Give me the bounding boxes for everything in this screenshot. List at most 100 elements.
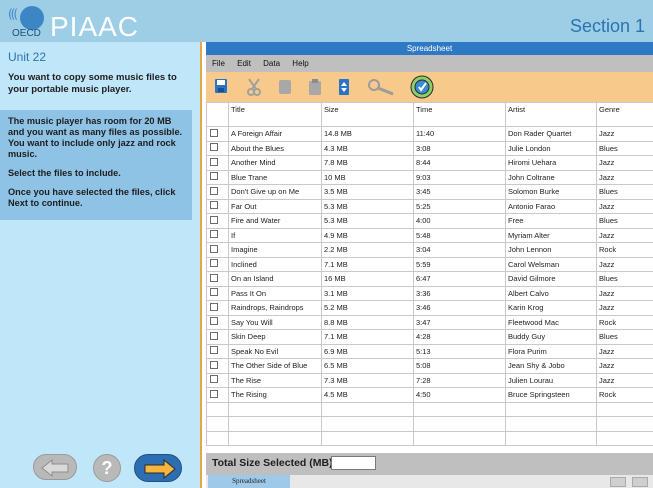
cell-size: 5.2 MB [321, 300, 414, 316]
cell-genre: Jazz [596, 126, 653, 142]
row-checkbox[interactable] [210, 346, 218, 355]
menu-edit[interactable]: Edit [237, 55, 251, 72]
row-checkbox[interactable] [210, 259, 218, 268]
toolbar [206, 72, 653, 102]
checkbox-cell [206, 242, 229, 258]
column-header-size[interactable]: Size [321, 102, 414, 127]
cell-time: 4:00 [413, 213, 506, 229]
menu-data[interactable]: Data [263, 55, 280, 72]
cell-genre: Jazz [596, 343, 653, 359]
instruction-text: Select the files to include. [8, 168, 121, 179]
cell-genre: Blues [596, 329, 653, 345]
row-checkbox[interactable] [210, 273, 218, 282]
menu-help[interactable]: Help [292, 55, 308, 72]
scroll-right-button[interactable] [632, 477, 648, 487]
empty-row [206, 416, 653, 432]
row-checkbox[interactable] [210, 128, 218, 137]
checkbox-cell [206, 227, 229, 243]
table-row: The Other Side of Blue 6.5 MB 5:08 Jean Shy… [206, 358, 653, 374]
table-row: Fire and Water 5.3 MB 4:00 Free Blues [206, 213, 653, 229]
checkbox-cell [206, 271, 229, 287]
row-checkbox[interactable] [210, 389, 218, 398]
checkbox-cell [206, 358, 229, 374]
row-checkbox[interactable] [210, 230, 218, 239]
checkbox-cell [206, 155, 229, 171]
cell-size: 6.5 MB [321, 358, 414, 374]
table-row: Don't Give up on Me 3.5 MB 3:45 Solomon Bur… [206, 184, 653, 200]
empty-cell [228, 401, 322, 417]
row-checkbox[interactable] [210, 186, 218, 195]
row-checkbox[interactable] [210, 375, 218, 384]
row-checkbox[interactable] [210, 215, 218, 224]
empty-cell [321, 416, 414, 432]
cell-time: 8:44 [413, 155, 506, 171]
logo-oecd-text: OECD [12, 28, 41, 39]
column-header-title[interactable]: Title [228, 102, 322, 127]
cell-artist: Albert Calvo [505, 285, 597, 301]
cell-size: 16 MB [321, 271, 414, 287]
cell-artist: Don Rader Quartet [505, 126, 597, 142]
help-button[interactable]: ? [93, 454, 121, 482]
cell-title: On an Island [228, 271, 322, 287]
row-checkbox[interactable] [210, 201, 218, 210]
table-row: The Rising 4.5 MB 4:50 Bruce Springsteen Roc… [206, 387, 653, 403]
cell-time: 3:08 [413, 140, 506, 156]
row-checkbox[interactable] [210, 157, 218, 166]
cell-size: 7.1 MB [321, 329, 414, 345]
cell-time: 3:47 [413, 314, 506, 330]
cell-size: 4.9 MB [321, 227, 414, 243]
row-checkbox[interactable] [210, 317, 218, 326]
next-button[interactable] [134, 454, 182, 482]
column-header-artist[interactable]: Artist [505, 102, 597, 127]
paste-icon[interactable] [308, 78, 322, 96]
cell-time: 6:47 [413, 271, 506, 287]
cell-size: 14.8 MB [321, 126, 414, 142]
sort-icon[interactable] [338, 78, 350, 96]
checkbox-cell [206, 285, 229, 301]
checkbox-cell [206, 213, 229, 229]
select-column-header [206, 102, 229, 127]
copy-icon[interactable] [278, 78, 292, 96]
cell-artist: Hiromi Uehara [505, 155, 597, 171]
tab-spreadsheet[interactable]: Spreadsheet [208, 475, 290, 488]
cell-time: 5:48 [413, 227, 506, 243]
cell-artist: Antonio Farao [505, 198, 597, 214]
column-header-genre[interactable]: Genre [596, 102, 653, 127]
row-checkbox[interactable] [210, 360, 218, 369]
menu-file[interactable]: File [212, 55, 225, 72]
cell-genre: Jazz [596, 169, 653, 185]
row-checkbox[interactable] [210, 244, 218, 253]
cell-title: Skin Deep [228, 329, 322, 345]
cell-time: 11:40 [413, 126, 506, 142]
empty-cell [505, 401, 597, 417]
row-checkbox[interactable] [210, 143, 218, 152]
task-panel: Unit 22 You want to copy some music file… [0, 42, 202, 488]
row-checkbox[interactable] [210, 288, 218, 297]
cell-time: 4:28 [413, 329, 506, 345]
total-size-field[interactable] [331, 456, 376, 470]
column-header-time[interactable]: Time [413, 102, 506, 127]
back-button[interactable] [33, 454, 77, 480]
cut-icon[interactable] [246, 78, 262, 96]
cell-size: 7.1 MB [321, 256, 414, 272]
cell-artist: Fleetwood Mac [505, 314, 597, 330]
search-icon[interactable] [366, 78, 396, 96]
empty-row [206, 401, 653, 417]
empty-cell [228, 416, 322, 432]
row-checkbox[interactable] [210, 172, 218, 181]
app-header: ((( OECD PIAAC Section 1 [0, 0, 653, 42]
row-checkbox[interactable] [210, 302, 218, 311]
oecd-piaac-logo: ((( OECD PIAAC [6, 4, 138, 42]
header-row: Title Size Time Artist Genre [206, 102, 653, 127]
empty-cell [413, 401, 506, 417]
save-icon[interactable] [214, 78, 228, 94]
cell-genre: Jazz [596, 198, 653, 214]
chart-icon[interactable] [410, 75, 434, 99]
empty-cell [596, 430, 653, 446]
cell-genre: Rock [596, 242, 653, 258]
row-checkbox[interactable] [210, 331, 218, 340]
scroll-left-button[interactable] [610, 477, 626, 487]
empty-cell [505, 416, 597, 432]
empty-cell [596, 416, 653, 432]
cell-size: 5.3 MB [321, 213, 414, 229]
